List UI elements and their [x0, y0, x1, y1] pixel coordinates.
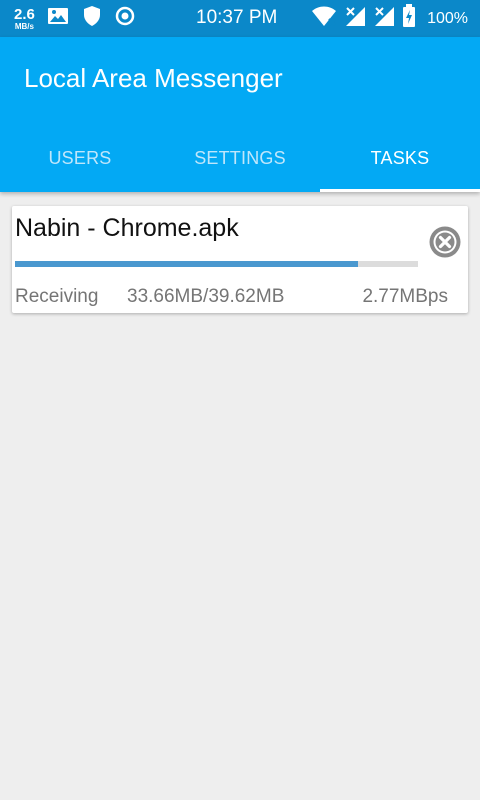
- cancel-circle-icon: [429, 226, 461, 258]
- task-title: Nabin - Chrome.apk: [15, 214, 239, 242]
- status-bar: 2.6 MB/s 10:37 PM 100%: [0, 0, 480, 37]
- status-bar-left: 2.6 MB/s: [14, 4, 148, 33]
- tab-bar: USERS SETTINGS TASKS: [0, 134, 480, 192]
- transfer-progress-bar: [15, 261, 418, 267]
- tab-indicator: [160, 189, 320, 192]
- battery-percentage: 100%: [427, 9, 468, 27]
- tab-settings[interactable]: SETTINGS: [160, 134, 320, 192]
- transfer-progress-fill: [15, 261, 358, 267]
- tab-tasks-label: TASKS: [370, 148, 430, 168]
- task-status: Receiving: [15, 286, 99, 307]
- wifi-icon: [311, 5, 337, 32]
- tab-active-indicator: [320, 189, 480, 192]
- task-speed: 2.77MBps: [362, 286, 448, 307]
- status-bar-time: 10:37 PM: [196, 7, 278, 28]
- network-speed-unit: MB/s: [14, 21, 34, 31]
- task-transferred-size: 33.66MB/39.62MB: [127, 286, 285, 307]
- radio-target-icon: [115, 6, 135, 31]
- shield-icon: [82, 5, 102, 32]
- battery-charging-icon: [402, 4, 416, 33]
- image-icon: [47, 7, 69, 30]
- signal-no-service-icon: [344, 5, 366, 32]
- tab-users[interactable]: USERS: [0, 134, 160, 192]
- network-speed-indicator: 2.6 MB/s: [14, 7, 35, 31]
- tab-indicator: [0, 189, 160, 192]
- tab-tasks[interactable]: TASKS: [320, 134, 480, 192]
- signal-no-service-icon: [373, 5, 395, 32]
- status-bar-right: 100%: [311, 4, 468, 33]
- tab-users-label: USERS: [48, 148, 112, 168]
- cancel-transfer-button[interactable]: [428, 225, 462, 259]
- network-speed-value: 2.6: [14, 5, 35, 23]
- task-card: Nabin - Chrome.apk Receiving 33.66MB/39.…: [12, 206, 468, 313]
- tab-settings-label: SETTINGS: [194, 148, 286, 168]
- app-title: Local Area Messenger: [24, 63, 283, 93]
- app-bar: Local Area Messenger USERS SETTINGS TASK…: [0, 37, 480, 192]
